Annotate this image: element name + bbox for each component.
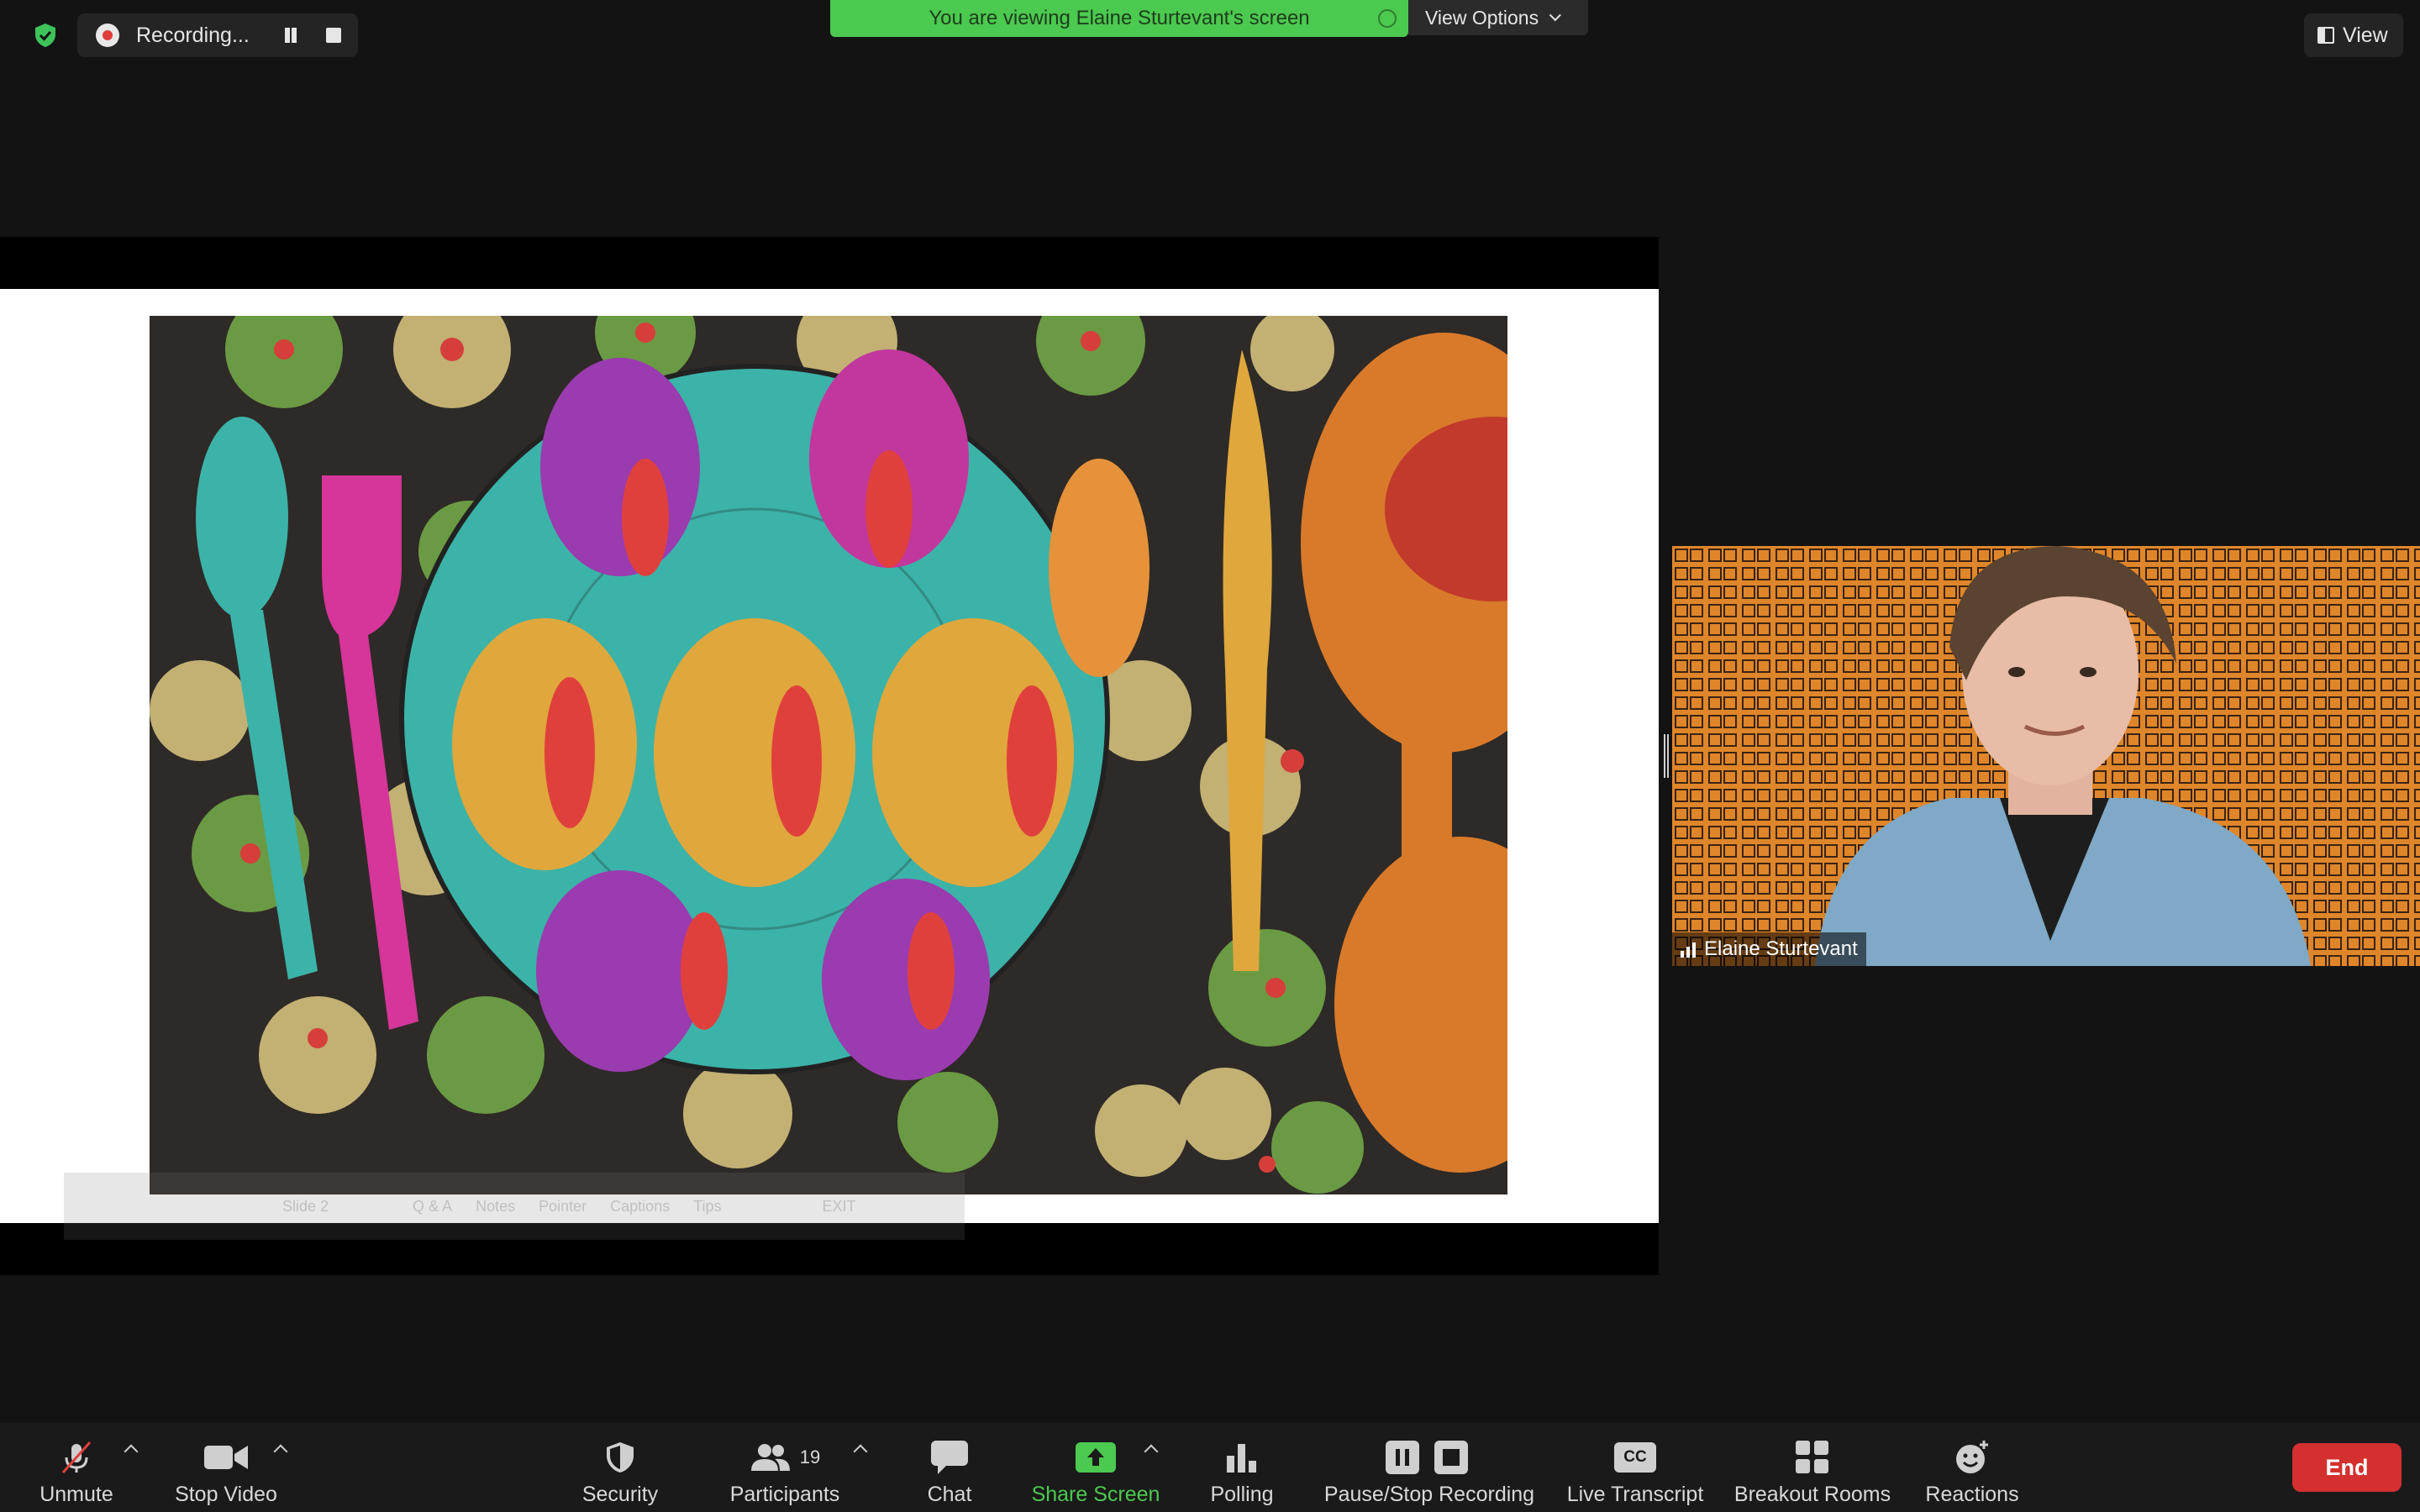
slide-control-exit[interactable]: EXIT: [823, 1198, 856, 1215]
slide-control-qa[interactable]: Q & A: [413, 1198, 452, 1215]
slide-control-pointer[interactable]: Pointer: [539, 1198, 587, 1215]
slide-control-notes[interactable]: Notes: [476, 1198, 515, 1215]
signal-bars-icon: [1681, 941, 1696, 958]
pause-stop-recording-icon: [1386, 1439, 1473, 1476]
pause-stop-recording-label: Pause/Stop Recording: [1323, 1483, 1535, 1506]
polling-label: Polling: [1210, 1483, 1274, 1506]
poll-chart-icon: [1225, 1439, 1259, 1476]
status-ring-icon: [1378, 9, 1397, 28]
breakout-rooms-label: Breakout Rooms: [1733, 1483, 1891, 1506]
reactions-label: Reactions: [1925, 1483, 2019, 1506]
closed-caption-icon: CC: [1614, 1439, 1656, 1476]
recording-status-label: Recording...: [136, 23, 250, 47]
cc-badge: CC: [1614, 1442, 1656, 1473]
polling-button[interactable]: Polling: [1207, 1435, 1277, 1507]
pause-stop-recording-button[interactable]: Pause/Stop Recording: [1324, 1435, 1534, 1507]
layout-icon: [2317, 27, 2334, 44]
slide-show-controls[interactable]: Slide 2 Q & A Notes Pointer Captions Tip…: [64, 1173, 965, 1240]
chevron-down-icon: [1549, 9, 1561, 22]
video-camera-icon: [204, 1439, 248, 1476]
view-layout-button[interactable]: View: [2304, 13, 2403, 57]
participant-name-tag: Elaine Sturtevant: [1672, 932, 1866, 966]
slide-control-captions[interactable]: Captions: [610, 1198, 670, 1215]
viewing-screen-banner: You are viewing Elaine Sturtevant's scre…: [830, 0, 1408, 37]
recording-indicator: Recording...: [77, 13, 358, 57]
unmute-button[interactable]: Unmute: [34, 1435, 119, 1507]
smiley-plus-icon: [1954, 1439, 1991, 1476]
end-meeting-button[interactable]: End: [2292, 1443, 2402, 1492]
record-dot-icon: [96, 24, 119, 47]
share-screen-label: Share Screen: [1031, 1483, 1160, 1506]
breakout-rooms-button[interactable]: Breakout Rooms: [1734, 1435, 1891, 1507]
shield-check-icon[interactable]: [32, 22, 59, 49]
stop-video-label: Stop Video: [175, 1483, 277, 1506]
viewing-screen-text: You are viewing Elaine Sturtevant's scre…: [929, 7, 1310, 29]
security-label: Security: [581, 1483, 659, 1506]
participants-icon: 19: [750, 1439, 820, 1476]
shared-screen-letterbox-top: [0, 237, 1659, 289]
view-options-button[interactable]: View Options: [1408, 0, 1588, 35]
participants-count: 19: [799, 1446, 821, 1467]
breakout-rooms-icon: [1796, 1439, 1829, 1476]
slide-control-tips[interactable]: Tips: [693, 1198, 721, 1215]
live-transcript-button[interactable]: CC Live Transcript: [1563, 1435, 1707, 1507]
security-button[interactable]: Security: [576, 1435, 664, 1507]
pause-icon[interactable]: [281, 25, 301, 45]
participant-name: Elaine Sturtevant: [1704, 937, 1858, 960]
participants-button[interactable]: 19 Participants: [726, 1435, 844, 1507]
stop-icon[interactable]: [326, 28, 341, 43]
chat-label: Chat: [927, 1483, 972, 1506]
reactions-button[interactable]: Reactions: [1924, 1435, 2020, 1507]
stop-video-button[interactable]: Stop Video: [168, 1435, 284, 1507]
panel-resize-handle[interactable]: [1664, 734, 1669, 778]
view-layout-label: View: [2343, 23, 2388, 47]
share-screen-button[interactable]: Share Screen: [1030, 1435, 1161, 1507]
security-shield-icon: [603, 1439, 637, 1476]
live-transcript-label: Live Transcript: [1566, 1483, 1704, 1506]
view-options-label: View Options: [1425, 6, 1539, 29]
unmute-label: Unmute: [39, 1483, 113, 1506]
slide-artwork-image: [150, 316, 1507, 1194]
participants-label: Participants: [729, 1483, 840, 1506]
participant-video-tile[interactable]: [1672, 546, 2420, 966]
share-screen-icon: [1076, 1439, 1116, 1476]
chat-button[interactable]: Chat: [924, 1435, 975, 1507]
slide-control-slide[interactable]: Slide 2: [282, 1198, 329, 1215]
microphone-muted-icon: [58, 1439, 95, 1476]
zoom-meeting-window: Recording... You are viewing Elaine Stur…: [0, 0, 2420, 1512]
chat-bubble-icon: [931, 1439, 968, 1476]
